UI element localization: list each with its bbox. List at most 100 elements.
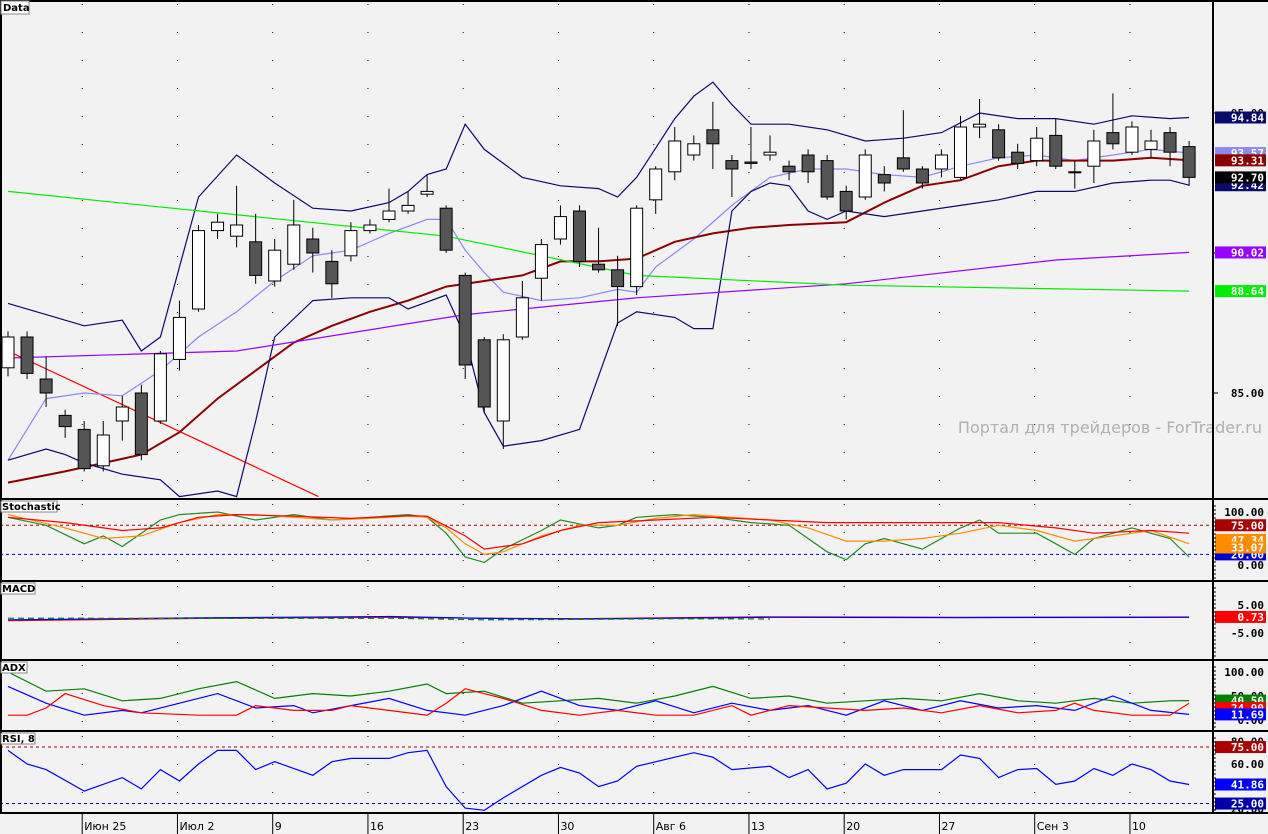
candle-body <box>1182 146 1196 178</box>
candle-body <box>192 230 205 310</box>
level-value: 75.00 <box>1231 741 1264 754</box>
series-bollinger-upper-value: 94.84 <box>1231 111 1264 124</box>
panel-title-text: ADX <box>2 663 26 674</box>
candle-body <box>477 339 491 408</box>
series-sma-long-value: 88.64 <box>1231 285 1264 298</box>
candle-body <box>458 274 472 366</box>
candle-body <box>877 174 891 184</box>
candle-body <box>96 434 110 467</box>
panel-title-rsi: RSI, 8 <box>0 732 36 745</box>
candle-body <box>20 336 34 374</box>
time-label-2: 9 <box>275 820 282 833</box>
candle-body <box>1163 132 1177 153</box>
panel-title-text: MACD <box>2 584 35 595</box>
candle-body <box>553 216 567 240</box>
panel-title-text: Stochastic <box>2 502 61 513</box>
series-sma-slow-value: 90.02 <box>1231 246 1264 259</box>
time-label-7: 13 <box>751 820 765 833</box>
candle-body <box>249 241 263 276</box>
panel-title-main: Data <box>0 0 30 15</box>
candle <box>573 205 586 267</box>
time-label-3: 16 <box>370 820 384 833</box>
candle <box>134 384 148 461</box>
candle-body <box>801 154 815 173</box>
time-label-1: Июл 2 <box>179 820 214 833</box>
candle-body <box>287 224 301 265</box>
candle-body <box>611 269 625 288</box>
candle <box>458 272 472 379</box>
candle <box>820 155 834 200</box>
time-label-4: 23 <box>465 820 479 833</box>
candle <box>858 149 872 200</box>
panel-title-adx: ADX <box>0 661 28 674</box>
candle <box>992 124 1006 161</box>
panel-title-stochastic: Stochastic <box>0 500 61 513</box>
panel-title-text: Data <box>3 3 30 14</box>
candle-body <box>1087 140 1101 167</box>
panel-title-text: RSI, 8 <box>2 734 35 745</box>
candle-body <box>668 140 682 173</box>
time-label-0: Июн 25 <box>84 820 126 833</box>
candle-body <box>306 238 320 254</box>
y-label: 100.00 <box>1224 506 1264 519</box>
candle-body <box>725 160 739 170</box>
time-label-9: 27 <box>941 820 955 833</box>
time-label-8: 20 <box>846 820 860 833</box>
level-value: 75.00 <box>1231 519 1264 532</box>
candle-body <box>763 151 777 156</box>
indicator-value: 11.69 <box>1231 708 1264 721</box>
candle-body <box>325 260 339 285</box>
candle-body <box>839 190 853 212</box>
candle-body <box>1125 126 1139 153</box>
candle-body <box>230 224 244 237</box>
candle-body <box>954 126 967 178</box>
series-sma-medium-value: 93.31 <box>1231 154 1264 167</box>
candle <box>153 351 167 424</box>
candle-body <box>401 204 415 212</box>
candle-body <box>58 414 72 428</box>
indicator-value: 41.86 <box>1231 778 1264 791</box>
candle-body <box>439 207 453 251</box>
candle-body <box>515 297 529 338</box>
candle-body <box>1144 140 1158 150</box>
candle-body <box>172 316 186 360</box>
candle-body <box>39 378 53 394</box>
time-label-11: 10 <box>1132 820 1146 833</box>
trading-chart[interactable]: Портал для трейдеров - ForTrader.ru 95.0… <box>0 0 1268 834</box>
candle-body <box>344 230 358 257</box>
candle-body <box>534 244 548 279</box>
candle-body <box>592 263 606 271</box>
candle-body <box>1 336 15 369</box>
time-label-5: 30 <box>560 820 574 833</box>
indicator-value: 0.73 <box>1238 611 1265 624</box>
y-label: 85.00 <box>1231 387 1264 400</box>
candle <box>630 205 644 295</box>
watermark: Портал для трейдеров - ForTrader.ru <box>958 418 1262 437</box>
candle-body <box>896 157 910 170</box>
candle <box>477 337 491 413</box>
candle-body <box>687 143 701 156</box>
candle-body <box>973 123 987 128</box>
candle-body <box>115 406 129 422</box>
candle-body <box>782 165 796 173</box>
y-label: 60.00 <box>1231 758 1264 771</box>
candle-body <box>1011 151 1025 164</box>
candle-body <box>915 168 929 184</box>
candle-body <box>382 210 396 220</box>
level-value: 25.00 <box>1231 798 1264 811</box>
candle-body <box>1068 171 1082 174</box>
time-label-10: Сен 3 <box>1037 820 1069 833</box>
candle-body <box>420 190 434 195</box>
candle-body <box>744 161 758 164</box>
candle-body <box>496 339 510 422</box>
y-label: 100.00 <box>1224 666 1264 679</box>
candle-body <box>134 392 148 456</box>
candle-body <box>573 210 586 262</box>
last-close-value: 92.70 <box>1231 171 1264 184</box>
candle-body <box>363 224 377 232</box>
candle-body <box>1049 134 1063 167</box>
candle <box>192 225 205 312</box>
candle <box>20 331 34 379</box>
candle-body <box>1030 137 1044 162</box>
candle-body <box>858 154 872 198</box>
